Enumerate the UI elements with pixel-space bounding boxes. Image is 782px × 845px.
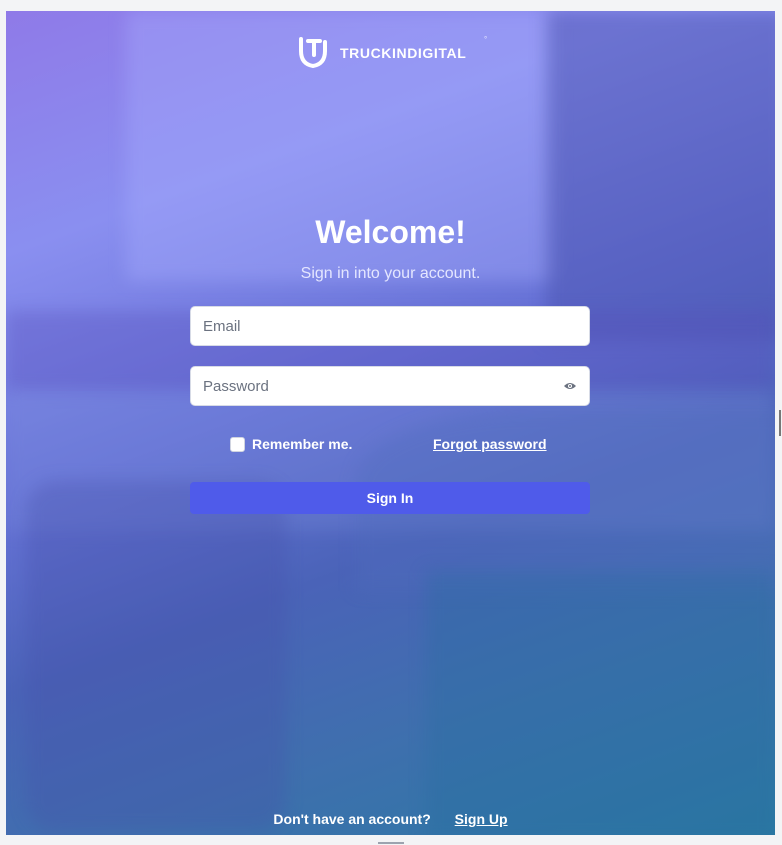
- login-background: TRUCKINDIGITAL ° Welcome! Sign in into y…: [6, 11, 775, 835]
- email-field[interactable]: [190, 306, 590, 346]
- remember-checkbox[interactable]: [230, 436, 245, 452]
- forgot-password-link[interactable]: Forgot password: [433, 436, 547, 452]
- signup-prompt: Don't have an account?: [273, 811, 431, 827]
- brand-trademark: °: [484, 35, 488, 44]
- resize-handle[interactable]: [779, 410, 781, 436]
- password-input[interactable]: [203, 377, 563, 395]
- password-field[interactable]: [190, 366, 590, 406]
- bg-blur-shape: [426, 571, 775, 835]
- sign-in-button[interactable]: Sign In: [190, 482, 590, 514]
- brand-name: TRUCKINDIGITAL: [340, 45, 467, 61]
- show-password-icon[interactable]: [563, 381, 577, 391]
- scroll-indicator: [378, 842, 404, 844]
- sign-up-link[interactable]: Sign Up: [455, 811, 508, 827]
- remember-label: Remember me.: [252, 436, 353, 452]
- brand-logo: TRUCKINDIGITAL °: [298, 35, 487, 69]
- remember-me[interactable]: Remember me.: [230, 436, 352, 452]
- page-subtitle: Sign in into your account.: [300, 265, 481, 282]
- bg-blur-shape: [546, 11, 775, 341]
- signup-footer: Don't have an account? Sign Up: [6, 811, 775, 827]
- bg-blur-shape: [26, 481, 286, 831]
- truck-logo-icon: [299, 37, 327, 69]
- page-title: Welcome!: [315, 214, 466, 250]
- email-input[interactable]: [203, 317, 577, 335]
